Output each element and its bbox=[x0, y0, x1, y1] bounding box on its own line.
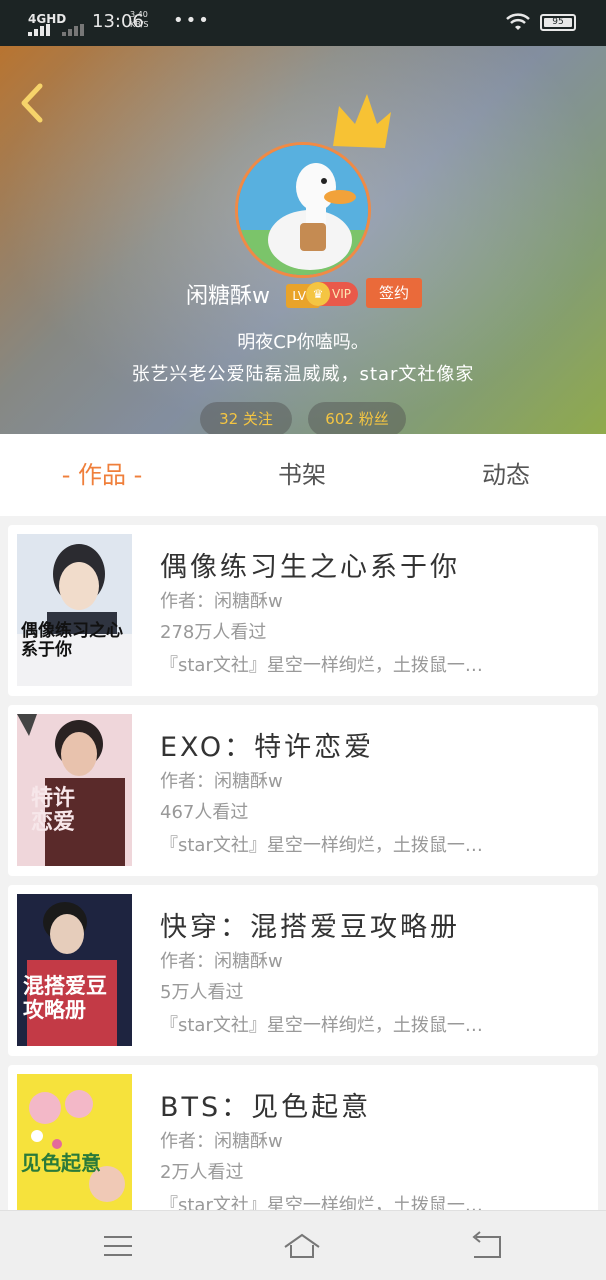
status-bar: 4GHD 13:06 3.40 KB/S ••• 95 bbox=[0, 0, 606, 46]
book-title: 偶像练习生之心系于你 bbox=[160, 552, 460, 583]
tab-bar: - 作品 - 书架 动态 bbox=[0, 434, 606, 516]
book-list: 偶像练习之心系于你 偶像练习生之心系于你 作者：闲糖酥w 278万人看过 『st… bbox=[8, 525, 598, 1210]
name-row: 闲糖酥w ♛ VIP 签约 bbox=[0, 278, 606, 312]
book-cover-title: 特许恋爱 bbox=[31, 785, 76, 835]
return-icon[interactable] bbox=[466, 1229, 506, 1263]
contract-badge: 签约 bbox=[366, 278, 422, 308]
book-card[interactable]: 混搭爱豆攻略册 快穿：混搭爱豆攻略册 作者：闲糖酥w 5万人看过 『star文社… bbox=[8, 885, 598, 1056]
system-nav-bar bbox=[0, 1210, 606, 1280]
book-description: 『star文社』星空一样绚烂，土拨鼠一… bbox=[160, 655, 483, 676]
battery-level: 95 bbox=[552, 17, 564, 27]
book-description: 『star文社』星空一样绚烂，土拨鼠一… bbox=[160, 1195, 483, 1210]
fans-count-button[interactable]: 602 粉丝 bbox=[308, 402, 406, 434]
book-card[interactable]: 特许恋爱 EXO：特许恋爱 作者：闲糖酥w 467人看过 『star文社』星空一… bbox=[8, 705, 598, 876]
book-title: BTS：见色起意 bbox=[160, 1092, 372, 1123]
book-cover-title: 见色起意 bbox=[21, 1151, 101, 1175]
book-views: 278万人看过 bbox=[160, 622, 267, 643]
book-cover: 偶像练习之心系于你 bbox=[17, 534, 132, 686]
book-views: 467人看过 bbox=[160, 802, 249, 823]
book-author: 作者：闲糖酥w bbox=[160, 771, 283, 792]
book-card[interactable]: 偶像练习之心系于你 偶像练习生之心系于你 作者：闲糖酥w 278万人看过 『st… bbox=[8, 525, 598, 696]
bio-line-1: 明夜CP你嗑吗。 bbox=[237, 332, 369, 353]
vip-badge[interactable]: ♛ VIP bbox=[306, 282, 358, 306]
profile-header: LV4 闲糖酥w ♛ VIP 签约 明夜CP你嗑吗。 张艺兴老公爱陆磊温威威，s… bbox=[0, 46, 606, 434]
back-arrow-icon[interactable] bbox=[14, 80, 54, 126]
vip-crown-icon: ♛ bbox=[306, 282, 330, 306]
avatar-image bbox=[235, 142, 371, 278]
vip-label: VIP bbox=[332, 287, 351, 301]
network-speed: 3.40 KB/S bbox=[130, 10, 149, 30]
book-views: 5万人看过 bbox=[160, 982, 244, 1003]
menu-icon[interactable] bbox=[98, 1229, 138, 1263]
tab-works[interactable]: - 作品 - bbox=[40, 434, 164, 516]
book-title: EXO：特许恋爱 bbox=[160, 732, 375, 763]
book-description: 『star文社』星空一样绚烂，土拨鼠一… bbox=[160, 1015, 483, 1036]
speed-unit: KB/S bbox=[130, 20, 149, 29]
home-icon[interactable] bbox=[282, 1229, 322, 1263]
speed-value: 3.40 bbox=[130, 10, 148, 19]
follow-count-button[interactable]: 32 关注 bbox=[200, 402, 292, 434]
book-author: 作者：闲糖酥w bbox=[160, 591, 283, 612]
book-author: 作者：闲糖酥w bbox=[160, 1131, 283, 1152]
book-views: 2万人看过 bbox=[160, 1162, 244, 1183]
wifi-icon bbox=[506, 13, 530, 30]
book-title: 快穿：混搭爱豆攻略册 bbox=[160, 912, 460, 943]
crown-icon bbox=[333, 94, 391, 148]
tab-bookshelf[interactable]: 书架 bbox=[250, 434, 354, 516]
book-cover-title: 混搭爱豆攻略册 bbox=[23, 973, 107, 1022]
tab-feed[interactable]: 动态 bbox=[454, 434, 558, 516]
more-notifications-icon: ••• bbox=[173, 10, 211, 31]
book-cover: 特许恋爱 bbox=[17, 714, 132, 866]
battery-icon: 95 bbox=[540, 14, 576, 31]
book-cover-title: 偶像练习之心系于你 bbox=[21, 621, 123, 660]
book-author: 作者：闲糖酥w bbox=[160, 951, 283, 972]
book-card[interactable]: 见色起意 BTS：见色起意 作者：闲糖酥w 2万人看过 『star文社』星空一样… bbox=[8, 1065, 598, 1210]
book-cover: 见色起意 bbox=[17, 1074, 132, 1210]
bio-line-2: 张艺兴老公爱陆磊温威威，star文社像家 bbox=[131, 364, 475, 385]
signal-bars-icon bbox=[28, 24, 84, 36]
book-cover: 混搭爱豆攻略册 bbox=[17, 894, 132, 1046]
username: 闲糖酥w bbox=[186, 284, 270, 309]
book-description: 『star文社』星空一样绚烂，土拨鼠一… bbox=[160, 835, 483, 856]
avatar[interactable]: LV4 bbox=[235, 94, 391, 308]
